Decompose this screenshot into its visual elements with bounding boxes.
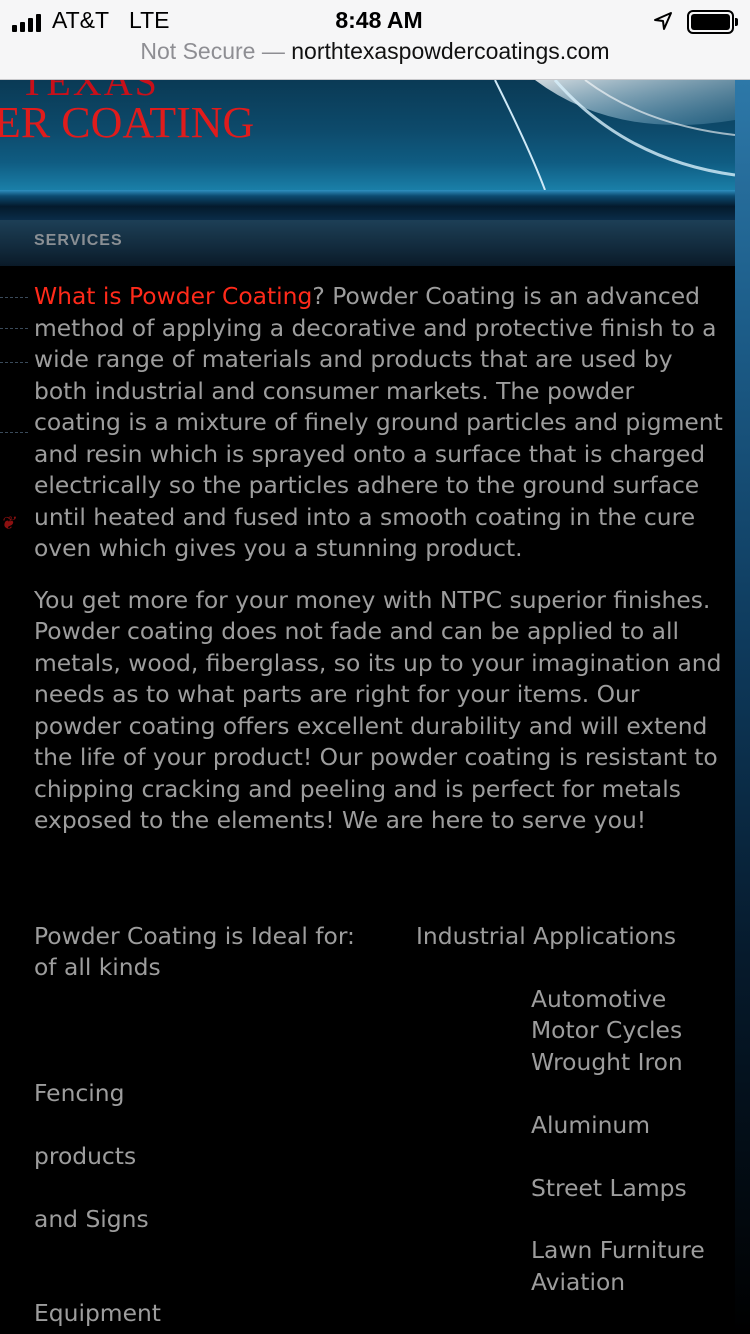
sidebar-divider xyxy=(0,328,28,329)
application-aluminum: Aluminum xyxy=(531,1111,651,1139)
application-aviation: Aviation xyxy=(531,1268,626,1296)
application-industrial: Industrial Applications xyxy=(416,922,677,950)
security-label: Not Secure xyxy=(140,38,256,64)
application-lawn-furniture: Lawn Furniture xyxy=(531,1236,705,1264)
sidebar-divider xyxy=(0,297,28,298)
banner-swoosh-graphic xyxy=(494,80,735,190)
site-brand[interactable]: ER COATING xyxy=(0,97,254,148)
benefits-paragraph: You get more for your money with NTPC su… xyxy=(34,585,722,835)
nav-bar: SERVICES xyxy=(0,220,735,266)
application-street-lamps: Street Lamps xyxy=(531,1174,687,1202)
url-domain: northtexaspowdercoatings.com xyxy=(291,38,610,64)
nav-services[interactable]: SERVICES xyxy=(34,232,123,250)
ideal-for-label: Powder Coating is Ideal for: xyxy=(34,922,355,950)
sidebar-divider xyxy=(0,362,28,363)
intro-text: ? Powder Coating is an advanced method o… xyxy=(34,282,723,562)
application-and-signs: and Signs xyxy=(34,1205,149,1233)
browser-chrome: AT&T LTE 8:48 AM Not Secure — northtexas… xyxy=(0,0,750,80)
sidebar-divider xyxy=(0,432,28,433)
application-automotive: Automotive xyxy=(531,985,667,1013)
intro-paragraph: What is Powder Coating? Powder Coating i… xyxy=(34,281,726,565)
application-products: products xyxy=(34,1142,137,1170)
application-fencing: Fencing xyxy=(34,1079,125,1107)
site-header-banner: TEXAS ER COATING xyxy=(0,80,735,190)
sidebar-flourish-icon: ❦ xyxy=(0,513,16,534)
battery-icon xyxy=(687,10,734,34)
application-motor-cycles: Motor Cycles xyxy=(531,1016,683,1044)
status-bar: AT&T LTE 8:48 AM xyxy=(0,6,750,36)
address-bar[interactable]: Not Secure — northtexaspowdercoatings.co… xyxy=(0,38,750,72)
battery-tip xyxy=(735,18,738,26)
header-band xyxy=(0,190,735,220)
location-icon xyxy=(654,12,672,30)
application-equipment: Equipment xyxy=(34,1299,161,1327)
page-edge-strip xyxy=(735,80,750,1334)
main-content: What is Powder Coating? Powder Coating i… xyxy=(34,281,726,837)
clock: 8:48 AM xyxy=(335,7,423,33)
what-is-powder-coating-link[interactable]: What is Powder Coating xyxy=(34,282,312,310)
application-industrial-tail: of all kinds xyxy=(34,953,161,981)
url-separator: — xyxy=(261,38,285,64)
application-wrought-iron: Wrought Iron xyxy=(531,1048,683,1076)
